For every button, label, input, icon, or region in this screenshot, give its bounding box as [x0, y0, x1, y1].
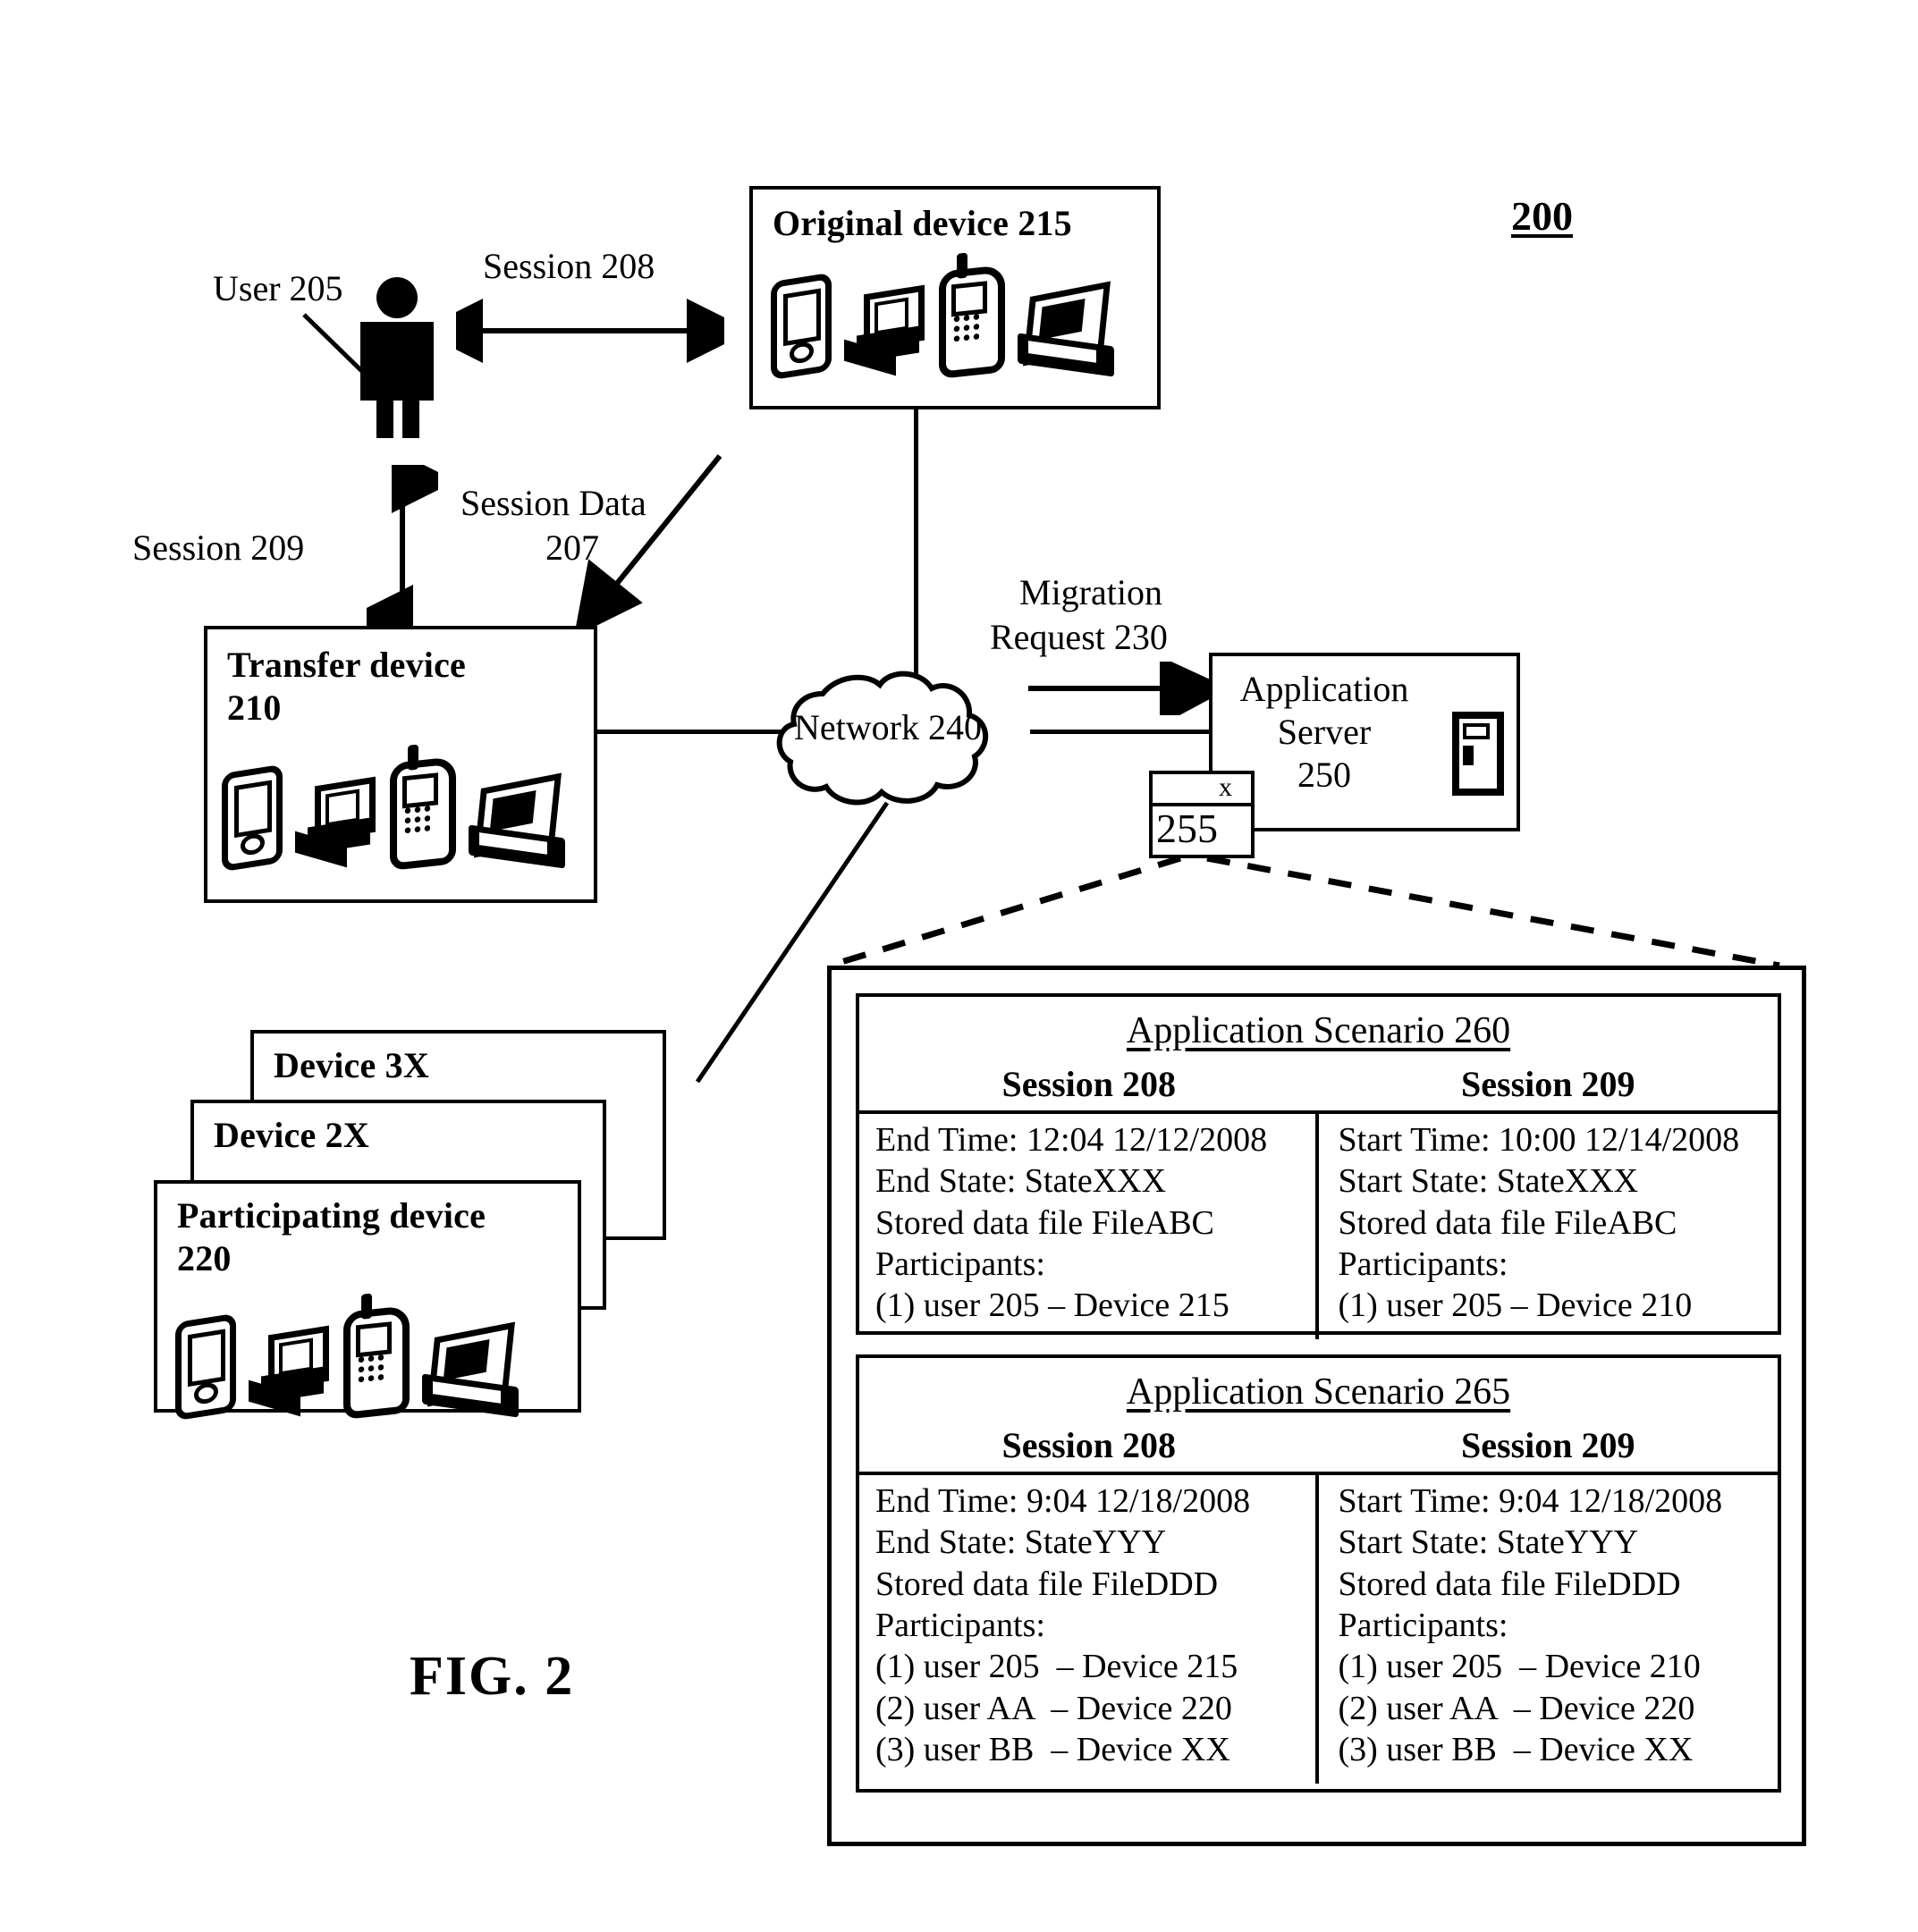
laptop-icon	[422, 1321, 520, 1418]
migration-request-arrow	[1028, 662, 1216, 715]
line: Start State: StateYYY	[1338, 1523, 1639, 1562]
cell-phone-icon	[390, 744, 456, 871]
user-leader-line	[302, 313, 377, 386]
scenario-265-body: End Time: 9:04 12/18/2008 End State: Sta…	[859, 1472, 1778, 1784]
storage-255-mark: x	[1219, 772, 1232, 802]
pda-icon	[175, 1312, 236, 1422]
line: (2) user AA – Device 220	[1338, 1689, 1695, 1727]
line: Stored data file FileDDD	[1338, 1565, 1681, 1603]
session-208-label: Session 208	[483, 246, 655, 286]
scenario-265-col1-lines: Start Time: 9:04 12/18/2008 Start State:…	[1314, 1475, 1779, 1784]
line: (3) user BB – Device XX	[1338, 1731, 1694, 1769]
line: (3) user BB – Device XX	[875, 1731, 1230, 1769]
pda-icon	[771, 272, 832, 381]
line: Stored data file FileABC	[1338, 1203, 1677, 1242]
line: (1) user 205 – Device 215	[875, 1287, 1229, 1325]
cell-keypad	[403, 804, 430, 838]
desktop-computer-icon	[844, 284, 926, 376]
cell-phone-icon	[343, 1293, 410, 1420]
session-209-label: Session 209	[132, 527, 305, 568]
desktop-computer-icon	[249, 1325, 331, 1417]
scenario-260-col1-heading: Session 209	[1461, 1064, 1635, 1104]
pda-icon	[222, 764, 283, 873]
line: End Time: 12:04 12/12/2008	[875, 1121, 1268, 1159]
cell-screen	[951, 281, 987, 317]
cell-keypad	[357, 1353, 384, 1387]
application-scenario-260[interactable]: Application Scenario 260 Session 208 Ses…	[856, 993, 1781, 1339]
scenario-260-col0-lines: End Time: 12:04 12/12/2008 End State: St…	[859, 1114, 1315, 1339]
application-server-box[interactable]: Application Server 250	[1209, 653, 1520, 831]
transfer-device-network-link	[596, 730, 792, 734]
cell-keypad	[952, 312, 979, 346]
line: (1) user 205 – Device 215	[875, 1648, 1238, 1686]
line: Start State: StateXXX	[1338, 1162, 1639, 1201]
participating-device-box[interactable]: Participating device 220	[154, 1180, 581, 1422]
scenario-260-col1-lines: Start Time: 10:00 12/14/2008 Start State…	[1314, 1114, 1779, 1339]
cell-screen	[356, 1321, 392, 1358]
transfer-device-title-line1: Transfer device	[227, 645, 467, 685]
line: (1) user 205 – Device 210	[1338, 1648, 1701, 1686]
scenario-265-col0-heading: Session 208	[1001, 1425, 1177, 1465]
application-server-line2: Server	[1277, 712, 1372, 752]
cell-antenna	[361, 1293, 372, 1320]
line: Participants:	[875, 1607, 1045, 1645]
application-server-line1: Application	[1239, 669, 1409, 709]
detail-panel: Application Scenario 260 Session 208 Ses…	[827, 966, 1806, 1846]
line: Start Time: 10:00 12/14/2008	[1338, 1121, 1740, 1159]
original-device-box[interactable]: Original device 215	[749, 186, 1161, 409]
participating-device-title-line1: Participating device	[177, 1195, 486, 1236]
desktop-computer-icon	[295, 776, 377, 868]
scenario-265-col0-lines: End Time: 9:04 12/18/2008 End State: Sta…	[859, 1475, 1315, 1784]
line: Stored data file FileABC	[875, 1203, 1214, 1242]
application-scenario-265[interactable]: Application Scenario 265 Session 208 Ses…	[856, 1354, 1781, 1793]
line: Start Time: 9:04 12/18/2008	[1338, 1482, 1723, 1520]
session-208-arrow	[456, 299, 724, 363]
scenario-260-col0-heading: Session 208	[1001, 1064, 1177, 1104]
original-device-title: Original device 215	[773, 203, 1072, 243]
laptop-icon	[469, 772, 567, 869]
user-leg-right	[402, 395, 419, 438]
device-2x-title: Device 2X	[214, 1115, 369, 1155]
transfer-device-box[interactable]: Transfer device 210	[204, 626, 597, 903]
cell-screen	[402, 772, 438, 809]
scenario-265-title: Application Scenario 265	[1126, 1371, 1511, 1413]
line: End State: StateXXX	[875, 1162, 1167, 1201]
transfer-device-icon-row	[222, 744, 567, 873]
migration-request-label-line1: Migration	[1019, 572, 1162, 612]
scenario-265-col1-heading: Session 209	[1461, 1425, 1635, 1465]
scenario-265-session-headings: Session 208 Session 209	[859, 1424, 1778, 1466]
scenario-260-session-headings: Session 208 Session 209	[859, 1063, 1778, 1105]
figure-number-label: 200	[1511, 193, 1573, 239]
line: End Time: 9:04 12/18/2008	[875, 1482, 1251, 1520]
line: (2) user AA – Device 220	[875, 1689, 1232, 1727]
line: Participants:	[875, 1245, 1045, 1284]
network-label: Network 240	[794, 707, 982, 747]
device-3x-title: Device 3X	[274, 1045, 429, 1085]
scenario-260-body: End Time: 12:04 12/12/2008 End State: St…	[859, 1110, 1778, 1339]
session-data-207-arrow	[573, 454, 722, 626]
original-device-icon-row	[771, 252, 1116, 381]
storage-255-upper-cell	[1149, 771, 1255, 806]
participating-device-icon-row	[175, 1293, 520, 1422]
session-209-arrow	[367, 465, 438, 635]
migration-request-label-line2: Request 230	[990, 617, 1168, 657]
line: End State: StateYYY	[875, 1523, 1167, 1562]
scenario-260-title: Application Scenario 260	[1126, 1010, 1511, 1051]
cell-phone-icon	[939, 252, 1005, 379]
laptop-icon	[1018, 281, 1116, 377]
transfer-device-title-line2: 210	[227, 688, 282, 728]
server-tower-icon	[1452, 712, 1504, 796]
line: Participants:	[1338, 1245, 1508, 1284]
line: Participants:	[1338, 1607, 1508, 1645]
cell-antenna	[957, 252, 967, 279]
participating-device-title-line2: 220	[177, 1238, 232, 1278]
line: Stored data file FileDDD	[875, 1565, 1219, 1603]
cell-antenna	[408, 744, 418, 771]
callout-dashed-lines	[828, 855, 1780, 969]
line: (1) user 205 – Device 210	[1338, 1287, 1693, 1325]
figure-caption: FIG. 2	[410, 1646, 575, 1707]
